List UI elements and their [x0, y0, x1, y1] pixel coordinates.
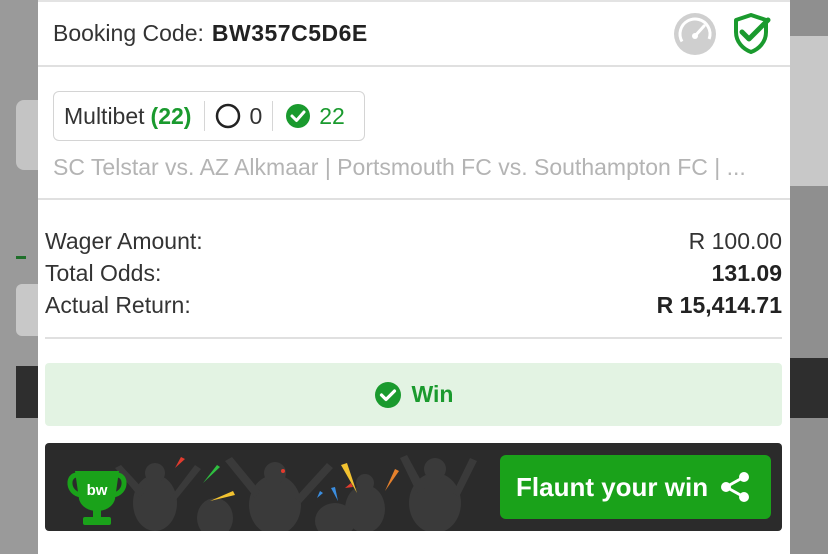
- total-odds-label: Total Odds:: [45, 259, 162, 286]
- won-selections-count: 22: [319, 102, 345, 129]
- win-status-banner: Win: [45, 363, 782, 426]
- background-card: [790, 36, 828, 186]
- total-odds-row: Total Odds: 131.09: [45, 258, 782, 288]
- open-circle-icon: [216, 103, 241, 129]
- flaunt-button-label: Flaunt your win: [516, 471, 709, 502]
- verified-shield-icon[interactable]: [728, 10, 774, 56]
- booking-code-row: Booking Code: BW357C5D6E: [53, 18, 368, 48]
- total-odds-value: 131.09: [711, 259, 782, 286]
- actual-return-label: Actual Return:: [45, 291, 191, 318]
- booking-code-label: Booking Code:: [53, 19, 204, 46]
- background-banner: [790, 358, 828, 418]
- share-icon: [721, 472, 749, 502]
- background-tab-indicator: [16, 256, 26, 259]
- actual-return-row: Actual Return: R 15,414.71: [45, 290, 782, 320]
- open-selections-count: 0: [249, 102, 263, 129]
- wager-amount-value: R 100.00: [688, 227, 782, 254]
- actual-return-value: R 15,414.71: [656, 291, 782, 318]
- multibet-count: (22): [150, 102, 192, 129]
- multibet-summary-chip[interactable]: Multibet (22) 0 22: [53, 91, 365, 141]
- wager-amount-label: Wager Amount:: [45, 227, 203, 254]
- booking-code-value[interactable]: BW357C5D6E: [212, 20, 368, 47]
- background-banner: [16, 366, 38, 418]
- section-divider: [38, 65, 790, 67]
- top-divider: [38, 0, 790, 2]
- speedometer-icon[interactable]: [672, 11, 718, 57]
- win-status-label: Win: [411, 381, 454, 407]
- check-circle-icon: [286, 104, 311, 128]
- trophy-logo-text: bw: [87, 482, 108, 499]
- background-page: [0, 0, 38, 554]
- wager-amount-row: Wager Amount: R 100.00: [45, 226, 782, 256]
- check-circle-icon: [374, 381, 401, 408]
- section-divider: [45, 337, 782, 339]
- chip-separator: [272, 101, 274, 131]
- flaunt-banner: bw Flaunt your win: [45, 443, 782, 531]
- background-card: [16, 100, 38, 170]
- trophy-logo-icon: bw: [67, 471, 127, 525]
- bet-details-modal: Booking Code: BW357C5D6E Multibet (22) 0…: [38, 0, 790, 554]
- flaunt-your-win-button[interactable]: Flaunt your win: [500, 455, 771, 519]
- multibet-label: Multibet: [64, 102, 145, 129]
- chip-separator: [204, 101, 206, 131]
- background-card: [16, 284, 38, 336]
- match-list-summary[interactable]: SC Telstar vs. AZ Alkmaar | Portsmouth F…: [53, 154, 773, 181]
- section-divider: [38, 198, 790, 200]
